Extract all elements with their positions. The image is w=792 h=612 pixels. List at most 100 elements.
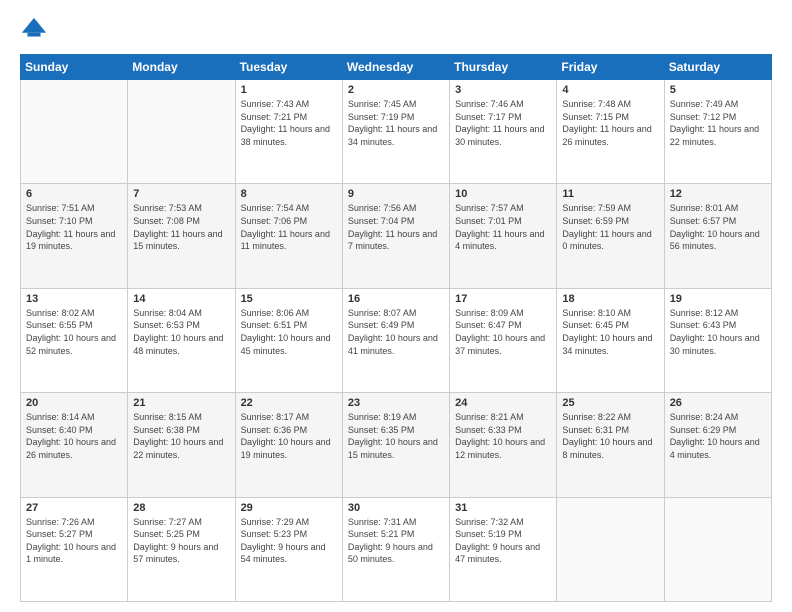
- calendar-cell: 8 Sunrise: 7:54 AM Sunset: 7:06 PM Daylig…: [235, 184, 342, 288]
- day-info: Sunrise: 8:04 AM Sunset: 6:53 PM Dayligh…: [133, 307, 229, 357]
- weekday-header-row: SundayMondayTuesdayWednesdayThursdayFrid…: [21, 55, 772, 80]
- day-number: 7: [133, 188, 229, 200]
- day-info: Sunrise: 7:56 AM Sunset: 7:04 PM Dayligh…: [348, 202, 444, 252]
- day-info: Sunrise: 7:26 AM Sunset: 5:27 PM Dayligh…: [26, 516, 122, 566]
- calendar-cell: 18 Sunrise: 8:10 AM Sunset: 6:45 PM Dayli…: [557, 288, 664, 392]
- calendar-cell: 17 Sunrise: 8:09 AM Sunset: 6:47 PM Dayli…: [450, 288, 557, 392]
- day-number: 5: [670, 84, 766, 96]
- day-info: Sunrise: 8:15 AM Sunset: 6:38 PM Dayligh…: [133, 411, 229, 461]
- day-number: 10: [455, 188, 551, 200]
- day-number: 29: [241, 502, 337, 514]
- day-info: Sunrise: 7:45 AM Sunset: 7:19 PM Dayligh…: [348, 98, 444, 148]
- day-number: 22: [241, 397, 337, 409]
- calendar-cell: 21 Sunrise: 8:15 AM Sunset: 6:38 PM Dayli…: [128, 393, 235, 497]
- calendar-cell: 27 Sunrise: 7:26 AM Sunset: 5:27 PM Dayli…: [21, 497, 128, 601]
- day-info: Sunrise: 8:21 AM Sunset: 6:33 PM Dayligh…: [455, 411, 551, 461]
- calendar-cell: 23 Sunrise: 8:19 AM Sunset: 6:35 PM Dayli…: [342, 393, 449, 497]
- calendar-cell: 6 Sunrise: 7:51 AM Sunset: 7:10 PM Daylig…: [21, 184, 128, 288]
- calendar-cell: [128, 80, 235, 184]
- calendar-cell: 14Sunrise: 8:04 AM Sunset: 6:53 PM Dayli…: [128, 288, 235, 392]
- day-number: 28: [133, 502, 229, 514]
- day-info: Sunrise: 8:10 AM Sunset: 6:45 PM Dayligh…: [562, 307, 658, 357]
- day-info: Sunrise: 8:19 AM Sunset: 6:35 PM Dayligh…: [348, 411, 444, 461]
- calendar-cell: 26 Sunrise: 8:24 AM Sunset: 6:29 PM Dayli…: [664, 393, 771, 497]
- day-number: 23: [348, 397, 444, 409]
- calendar-cell: [664, 497, 771, 601]
- day-info: Sunrise: 8:24 AM Sunset: 6:29 PM Dayligh…: [670, 411, 766, 461]
- weekday-thursday: Thursday: [450, 55, 557, 80]
- calendar-cell: 25 Sunrise: 8:22 AM Sunset: 6:31 PM Dayli…: [557, 393, 664, 497]
- calendar-cell: 9 Sunrise: 7:56 AM Sunset: 7:04 PM Daylig…: [342, 184, 449, 288]
- weekday-monday: Monday: [128, 55, 235, 80]
- calendar-cell: 15 Sunrise: 8:06 AM Sunset: 6:51 PM Dayli…: [235, 288, 342, 392]
- day-info: Sunrise: 7:43 AM Sunset: 7:21 PM Dayligh…: [241, 98, 337, 148]
- day-info: Sunrise: 7:57 AM Sunset: 7:01 PM Dayligh…: [455, 202, 551, 252]
- calendar-cell: 7 Sunrise: 7:53 AM Sunset: 7:08 PM Daylig…: [128, 184, 235, 288]
- day-number: 1: [241, 84, 337, 96]
- day-number: 31: [455, 502, 551, 514]
- calendar-cell: 4 Sunrise: 7:48 AM Sunset: 7:15 PM Daylig…: [557, 80, 664, 184]
- calendar-cell: [21, 80, 128, 184]
- logo: [20, 16, 52, 44]
- calendar-table: SundayMondayTuesdayWednesdayThursdayFrid…: [20, 54, 772, 602]
- day-number: 3: [455, 84, 551, 96]
- calendar-cell: 2 Sunrise: 7:45 AM Sunset: 7:19 PM Daylig…: [342, 80, 449, 184]
- calendar-cell: 30Sunrise: 7:31 AM Sunset: 5:21 PM Dayli…: [342, 497, 449, 601]
- calendar-row-2: 13Sunrise: 8:02 AM Sunset: 6:55 PM Dayli…: [21, 288, 772, 392]
- day-info: Sunrise: 7:59 AM Sunset: 6:59 PM Dayligh…: [562, 202, 658, 252]
- day-info: Sunrise: 7:51 AM Sunset: 7:10 PM Dayligh…: [26, 202, 122, 252]
- day-info: Sunrise: 8:14 AM Sunset: 6:40 PM Dayligh…: [26, 411, 122, 461]
- day-info: Sunrise: 7:49 AM Sunset: 7:12 PM Dayligh…: [670, 98, 766, 148]
- day-number: 17: [455, 293, 551, 305]
- calendar-row-1: 6 Sunrise: 7:51 AM Sunset: 7:10 PM Daylig…: [21, 184, 772, 288]
- day-info: Sunrise: 7:48 AM Sunset: 7:15 PM Dayligh…: [562, 98, 658, 148]
- day-info: Sunrise: 8:12 AM Sunset: 6:43 PM Dayligh…: [670, 307, 766, 357]
- calendar-row-0: 1 Sunrise: 7:43 AM Sunset: 7:21 PM Daylig…: [21, 80, 772, 184]
- day-number: 2: [348, 84, 444, 96]
- day-number: 26: [670, 397, 766, 409]
- day-info: Sunrise: 8:09 AM Sunset: 6:47 PM Dayligh…: [455, 307, 551, 357]
- page: SundayMondayTuesdayWednesdayThursdayFrid…: [0, 0, 792, 612]
- day-info: Sunrise: 8:06 AM Sunset: 6:51 PM Dayligh…: [241, 307, 337, 357]
- calendar-cell: 22Sunrise: 8:17 AM Sunset: 6:36 PM Dayli…: [235, 393, 342, 497]
- day-number: 25: [562, 397, 658, 409]
- day-info: Sunrise: 7:54 AM Sunset: 7:06 PM Dayligh…: [241, 202, 337, 252]
- calendar-cell: 16 Sunrise: 8:07 AM Sunset: 6:49 PM Dayli…: [342, 288, 449, 392]
- calendar-cell: 19Sunrise: 8:12 AM Sunset: 6:43 PM Dayli…: [664, 288, 771, 392]
- day-info: Sunrise: 7:27 AM Sunset: 5:25 PM Dayligh…: [133, 516, 229, 566]
- day-number: 27: [26, 502, 122, 514]
- calendar-cell: 11 Sunrise: 7:59 AM Sunset: 6:59 PM Dayli…: [557, 184, 664, 288]
- day-info: Sunrise: 8:01 AM Sunset: 6:57 PM Dayligh…: [670, 202, 766, 252]
- calendar-row-4: 27 Sunrise: 7:26 AM Sunset: 5:27 PM Dayli…: [21, 497, 772, 601]
- calendar-cell: 29 Sunrise: 7:29 AM Sunset: 5:23 PM Dayli…: [235, 497, 342, 601]
- calendar-cell: 13Sunrise: 8:02 AM Sunset: 6:55 PM Dayli…: [21, 288, 128, 392]
- day-info: Sunrise: 7:31 AM Sunset: 5:21 PM Dayligh…: [348, 516, 444, 566]
- day-info: Sunrise: 7:29 AM Sunset: 5:23 PM Dayligh…: [241, 516, 337, 566]
- logo-icon: [20, 16, 48, 44]
- day-number: 21: [133, 397, 229, 409]
- calendar-cell: 12Sunrise: 8:01 AM Sunset: 6:57 PM Dayli…: [664, 184, 771, 288]
- day-info: Sunrise: 7:32 AM Sunset: 5:19 PM Dayligh…: [455, 516, 551, 566]
- weekday-tuesday: Tuesday: [235, 55, 342, 80]
- day-info: Sunrise: 8:02 AM Sunset: 6:55 PM Dayligh…: [26, 307, 122, 357]
- day-number: 24: [455, 397, 551, 409]
- day-number: 9: [348, 188, 444, 200]
- day-number: 6: [26, 188, 122, 200]
- day-number: 18: [562, 293, 658, 305]
- day-number: 15: [241, 293, 337, 305]
- day-number: 8: [241, 188, 337, 200]
- calendar-cell: 20Sunrise: 8:14 AM Sunset: 6:40 PM Dayli…: [21, 393, 128, 497]
- calendar-cell: 31 Sunrise: 7:32 AM Sunset: 5:19 PM Dayli…: [450, 497, 557, 601]
- header: [20, 16, 772, 44]
- day-number: 16: [348, 293, 444, 305]
- day-number: 11: [562, 188, 658, 200]
- day-info: Sunrise: 8:07 AM Sunset: 6:49 PM Dayligh…: [348, 307, 444, 357]
- day-info: Sunrise: 7:46 AM Sunset: 7:17 PM Dayligh…: [455, 98, 551, 148]
- day-info: Sunrise: 7:53 AM Sunset: 7:08 PM Dayligh…: [133, 202, 229, 252]
- day-info: Sunrise: 8:22 AM Sunset: 6:31 PM Dayligh…: [562, 411, 658, 461]
- calendar-cell: 1 Sunrise: 7:43 AM Sunset: 7:21 PM Daylig…: [235, 80, 342, 184]
- weekday-saturday: Saturday: [664, 55, 771, 80]
- day-number: 4: [562, 84, 658, 96]
- calendar-cell: 3 Sunrise: 7:46 AM Sunset: 7:17 PM Daylig…: [450, 80, 557, 184]
- weekday-sunday: Sunday: [21, 55, 128, 80]
